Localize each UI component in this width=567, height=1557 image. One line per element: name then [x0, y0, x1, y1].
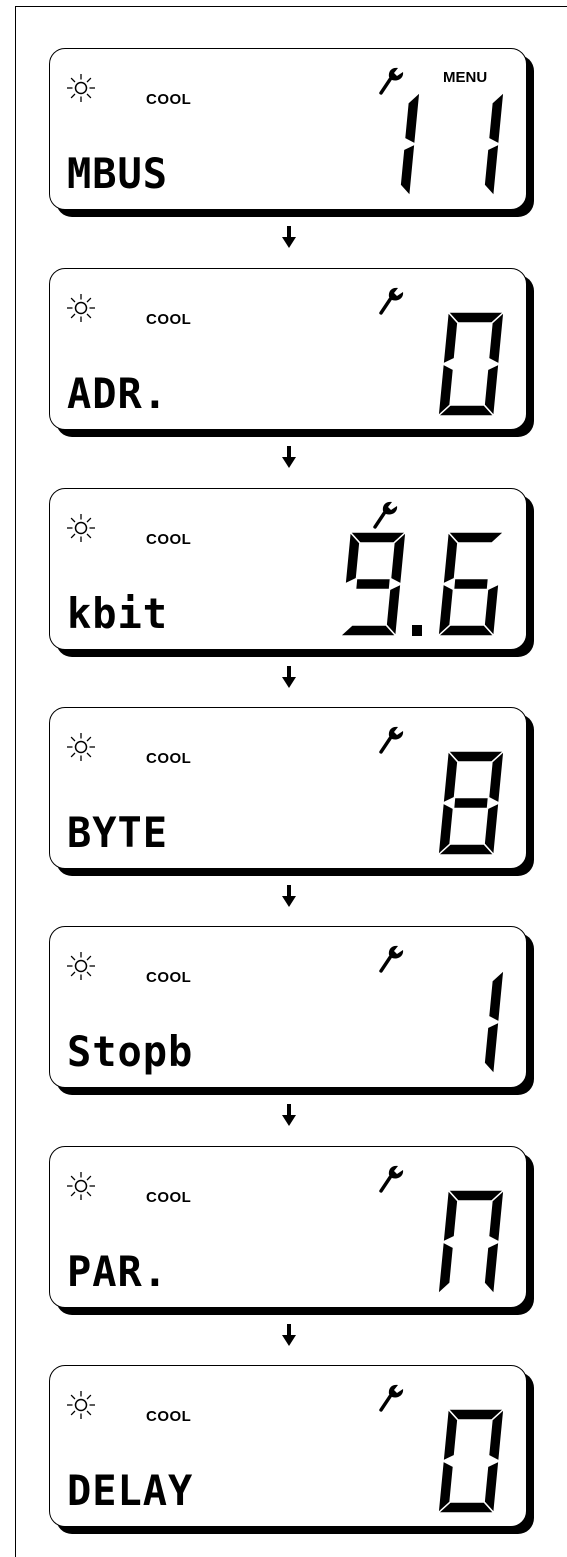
mode-label: COOL	[146, 969, 192, 986]
segment-g	[452, 796, 490, 810]
down-arrow-icon	[282, 226, 296, 248]
segment-value	[399, 90, 505, 198]
segment-g	[452, 577, 490, 591]
down-arrow-icon	[282, 446, 296, 468]
wrench-icon	[379, 1384, 404, 1412]
segment-f	[442, 530, 459, 586]
lcd-screen-byte: COOL BYTE	[49, 707, 534, 876]
segment-c	[483, 142, 500, 198]
down-arrow-icon	[282, 885, 296, 907]
wrench-icon	[379, 287, 404, 315]
segment-value	[436, 310, 506, 418]
lcd-screen-kbit: COOL kbit	[49, 488, 534, 657]
wrench-icon	[373, 501, 398, 529]
lcd-screen-mbus: COOL MENU MBUS	[49, 48, 534, 217]
lcd-panel: COOL Stopb	[49, 926, 527, 1088]
mode-label: COOL	[146, 1189, 192, 1206]
sun-icon	[67, 1172, 95, 1200]
mode-label: COOL	[146, 311, 192, 328]
sun-icon	[67, 74, 95, 102]
wrench-icon	[379, 1165, 404, 1193]
sun-icon	[67, 514, 95, 542]
parameter-label: PAR.	[67, 1247, 168, 1296]
segment-b	[487, 90, 505, 146]
menu-label: MENU	[443, 69, 488, 86]
parameter-label: DELAY	[67, 1466, 194, 1515]
segment-g	[354, 577, 392, 591]
mode-label: COOL	[146, 1408, 192, 1425]
lcd-screen-delay: COOL DELAY	[49, 1365, 534, 1534]
segment-b	[487, 968, 505, 1024]
segment-d	[338, 624, 398, 637]
parameter-label: kbit	[67, 589, 168, 638]
segment-value	[338, 530, 506, 638]
lcd-panel: COOL BYTE	[49, 707, 527, 869]
mode-label: COOL	[146, 750, 192, 767]
segment-c	[483, 1240, 500, 1296]
lcd-panel: COOL kbit	[49, 488, 527, 650]
lcd-panel: COOL PAR.	[49, 1146, 527, 1308]
segment-value	[437, 1188, 506, 1296]
segment-f	[442, 1407, 459, 1463]
decimal-point	[412, 625, 422, 636]
sun-icon	[67, 952, 95, 980]
segment-e	[437, 1240, 455, 1296]
parameter-label: ADR.	[67, 369, 168, 418]
wrench-icon	[379, 945, 404, 973]
mode-label: COOL	[146, 531, 192, 548]
segment-f	[344, 530, 361, 586]
wrench-icon	[379, 726, 404, 754]
lcd-panel: COOL ADR.	[49, 268, 527, 430]
segment-value	[436, 749, 506, 857]
parameter-label: BYTE	[67, 808, 168, 857]
lcd-screen-par: COOL PAR.	[49, 1146, 534, 1315]
segment-c	[399, 142, 416, 198]
segment-f	[442, 1188, 459, 1244]
sun-icon	[67, 1391, 95, 1419]
segment-b	[403, 90, 421, 146]
lcd-screen-stopb: COOL Stopb	[49, 926, 534, 1095]
segment-c	[483, 1020, 500, 1076]
lcd-panel: COOL DELAY	[49, 1365, 527, 1527]
down-arrow-icon	[282, 666, 296, 688]
down-arrow-icon	[282, 1324, 296, 1346]
segment-f	[442, 749, 459, 805]
parameter-label: MBUS	[67, 149, 168, 198]
sun-icon	[67, 733, 95, 761]
sun-icon	[67, 294, 95, 322]
lcd-screen-adr: COOL ADR.	[49, 268, 534, 437]
segment-value	[483, 968, 505, 1076]
down-arrow-icon	[282, 1104, 296, 1126]
segment-f	[442, 310, 459, 366]
lcd-panel: COOL MENU MBUS	[49, 48, 527, 210]
segment-value	[436, 1407, 506, 1515]
parameter-label: Stopb	[67, 1027, 194, 1076]
mode-label: COOL	[146, 91, 192, 108]
